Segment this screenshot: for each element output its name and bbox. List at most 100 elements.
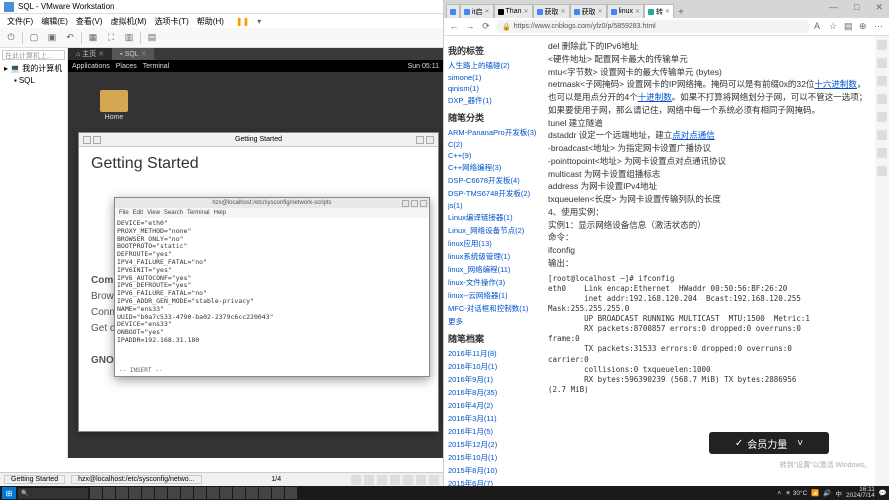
cat-link[interactable]: DSP-C6678开发板(4) [448, 174, 540, 187]
sidebar-tool-icon[interactable] [877, 112, 887, 122]
sidebar-tool-icon[interactable] [877, 76, 887, 86]
guest-tab-home[interactable]: ⌂ 主页 ✕ [68, 48, 112, 60]
window-max-button[interactable] [93, 136, 101, 144]
archive-link[interactable]: 2016年10月(1) [448, 360, 540, 373]
status-tab-terminal[interactable]: hzx@localhost:/etc/sysconfig/netwo... [71, 475, 201, 484]
cat-link[interactable]: linux-文件操作(3) [448, 276, 540, 289]
window-max-button[interactable] [411, 200, 418, 207]
cat-link[interactable]: C++(9) [448, 150, 540, 161]
cat-link[interactable]: js(1) [448, 200, 540, 211]
unity-icon[interactable]: ▥ [122, 31, 136, 45]
browser-tab[interactable]: it启✕ [460, 4, 494, 18]
tag-link[interactable]: simone(1) [448, 72, 540, 83]
address-bar[interactable]: 🔒 https://www.cnblogs.com/yfz0/p/5859283… [496, 20, 810, 33]
tool8-icon[interactable]: ▤ [145, 31, 159, 45]
extensions-icon[interactable]: ⊕ [859, 21, 870, 32]
archive-link[interactable]: 2015年10月(1) [448, 451, 540, 464]
forward-button[interactable]: → [464, 21, 476, 33]
gnome-terminal[interactable]: Terminal [143, 63, 169, 70]
taskbar-search[interactable]: 🔍 [18, 488, 88, 499]
tree-vm-sql[interactable]: ▪ SQL [2, 75, 65, 86]
term-menu-search[interactable]: Search [164, 210, 183, 216]
window-min-button[interactable] [402, 200, 409, 207]
home-folder-icon[interactable]: Home [96, 90, 132, 121]
status-tab-gedit[interactable]: Getting Started [4, 475, 65, 484]
guest-tab-sql[interactable]: ▪ SQL ✕ [112, 48, 154, 60]
sidebar-tool-icon[interactable] [877, 94, 887, 104]
menu-help[interactable]: 帮助(H) [194, 16, 227, 27]
term-menu-file[interactable]: File [119, 210, 129, 216]
p2p-link[interactable]: 点对点通信 [672, 130, 715, 140]
term-menu-terminal[interactable]: Terminal [187, 210, 210, 216]
ime-icon[interactable]: 中 [835, 488, 842, 498]
menu-file[interactable]: 文件(F) [4, 16, 36, 27]
desktop-background[interactable]: Home Getting Started [68, 72, 443, 458]
archive-link[interactable]: 2016年3月(11) [448, 412, 540, 425]
cat-link[interactable]: MFC-对话框和控制数(1) [448, 302, 540, 315]
close-icon[interactable]: ✕ [524, 8, 529, 15]
window-min-button[interactable] [83, 136, 91, 144]
close-icon[interactable]: ✕ [635, 8, 640, 15]
cat-link[interactable]: linux_网络编程(11) [448, 263, 540, 276]
task-icon[interactable] [272, 487, 284, 499]
cat-link[interactable]: linux系统级管理(1) [448, 250, 540, 263]
guest-desktop[interactable]: Applications Places Terminal Sun 05:11 H… [68, 60, 443, 458]
power-icon[interactable]: ⏻ [4, 31, 18, 45]
sidebar-tool-icon[interactable] [877, 166, 887, 176]
weather-widget[interactable]: ☀ 30°C [785, 489, 807, 497]
menu-tabs[interactable]: 选项卡(T) [152, 16, 192, 27]
window-max-button[interactable]: □ [850, 0, 863, 15]
task-icon[interactable] [116, 487, 128, 499]
hex-link[interactable]: 十六进制数 [814, 79, 857, 89]
tag-link[interactable]: 人生路上的磕碰(2) [448, 59, 540, 72]
pause-icon[interactable]: ❚❚ [233, 17, 252, 26]
menu-edit[interactable]: 编辑(E) [38, 16, 71, 27]
gnome-applications[interactable]: Applications [72, 63, 110, 70]
camera-icon[interactable]: ▣ [45, 31, 59, 45]
archive-link[interactable]: 2016年8月(35) [448, 386, 540, 399]
task-icon[interactable] [103, 487, 115, 499]
reload-button[interactable]: ⟳ [480, 21, 492, 33]
window-close-button[interactable]: ✕ [871, 0, 887, 15]
tray-expand-icon[interactable]: ˄ [777, 490, 781, 497]
task-icon[interactable] [285, 487, 297, 499]
task-icon[interactable] [142, 487, 154, 499]
gnome-places[interactable]: Places [116, 63, 137, 70]
cat-link[interactable]: Linux_网络设备节点(2) [448, 224, 540, 237]
more-link[interactable]: 更多 [448, 315, 540, 328]
browser-tab[interactable]: 获取✕ [533, 4, 570, 18]
cat-link[interactable]: C(2) [448, 139, 540, 150]
dropdown-icon[interactable]: ▾ [254, 17, 264, 26]
clock[interactable]: 16:11 2024/7/14 [846, 487, 875, 500]
task-icon[interactable] [194, 487, 206, 499]
close-icon[interactable]: ✕ [561, 8, 566, 15]
notifications-icon[interactable]: 💬 [879, 489, 887, 497]
menu-icon[interactable]: ⋯ [874, 21, 885, 32]
sidebar-tool-icon[interactable] [877, 148, 887, 158]
archive-link[interactable]: 2016年9月(1) [448, 373, 540, 386]
favorites-icon[interactable]: ☆ [829, 21, 840, 32]
tag-link[interactable]: DXP_器件(1) [448, 94, 540, 107]
task-icon[interactable] [168, 487, 180, 499]
menu-vm[interactable]: 虚拟机(M) [108, 16, 150, 27]
terminal-titlebar[interactable]: hzx@localhost:/etc/sysconfig/network-scr… [115, 198, 429, 208]
archive-link[interactable]: 2015年8月(10) [448, 464, 540, 477]
menu-view[interactable]: 查看(V) [73, 16, 106, 27]
device-net-icon[interactable] [377, 475, 387, 485]
library-search[interactable]: 在此计算机上... [2, 50, 65, 60]
device-usb-icon[interactable] [390, 475, 400, 485]
volume-icon[interactable]: 🔊 [823, 489, 831, 497]
close-icon[interactable]: ✕ [98, 50, 104, 58]
cat-link[interactable]: Linux编译链接器(1) [448, 211, 540, 224]
terminal-window[interactable]: hzx@localhost:/etc/sysconfig/network-scr… [114, 197, 430, 377]
task-icon[interactable] [259, 487, 271, 499]
archive-link[interactable]: 2016年1月(5) [448, 425, 540, 438]
task-icon[interactable] [129, 487, 141, 499]
tag-link[interactable]: qinism(1) [448, 83, 540, 94]
device-printer-icon[interactable] [416, 475, 426, 485]
sidebar-tool-icon[interactable] [877, 58, 887, 68]
cat-link[interactable]: C++网络编程(3) [448, 161, 540, 174]
archive-link[interactable]: 2016年11月(8) [448, 347, 540, 360]
tool5-icon[interactable]: ▦ [86, 31, 100, 45]
terminal-body[interactable]: DEVICE="eth0" PROXY_METHOD="none" BROWSE… [115, 218, 429, 347]
